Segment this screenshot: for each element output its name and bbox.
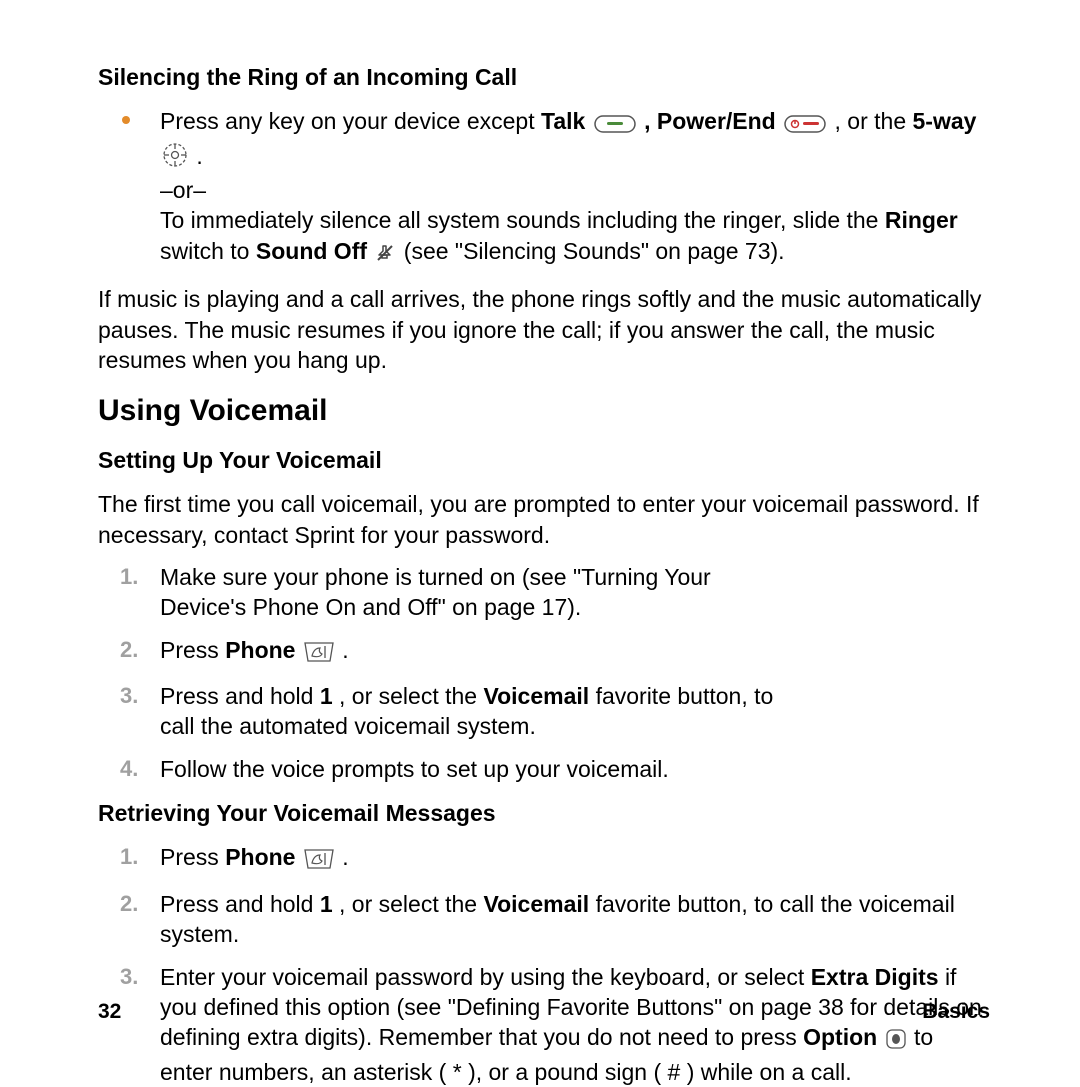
power-end-key-icon [784,110,826,140]
step-3: Press and hold 1 , or select the Voicema… [98,681,990,742]
talk-label: Talk [541,108,585,134]
text: Press [160,637,225,663]
sound-off-icon [375,240,395,270]
extra-digits-label: Extra Digits [811,964,939,990]
bullet-line: Press any key on your device except Talk… [160,106,990,175]
bullet-line-2: To immediately silence all system sounds… [160,205,990,270]
text: Press any key on your device except [160,108,541,134]
phone-key-icon [304,639,334,669]
text: Press and hold [160,683,320,709]
text: Enter your voicemail password by using t… [160,964,811,990]
option-label: Option [803,1024,877,1050]
phone-label: Phone [225,844,295,870]
text: , or the [835,108,913,134]
retrieve-steps: Press Phone . Press and hold 1 , or sele… [98,842,990,1087]
text: , or select the [339,891,483,917]
voicemail-label: Voicemail [483,683,589,709]
step-2: Press Phone . [98,635,990,669]
text: To immediately silence all system sounds… [160,207,885,233]
key-1: 1 [320,683,333,709]
key-1: 1 [320,891,333,917]
voicemail-label: Voicemail [483,891,589,917]
manual-page: Silencing the Ring of an Incoming Call P… [0,0,1080,1080]
bullet-item: Press any key on your device except Talk… [160,106,990,270]
step-1: Press Phone . [98,842,990,876]
text: , [644,108,657,134]
music-playing-paragraph: If music is playing and a call arrives, … [98,284,990,375]
retrieving-voicemail-heading: Retrieving Your Voicemail Messages [98,798,990,828]
using-voicemail-heading: Using Voicemail [98,391,990,431]
text: Press [160,844,225,870]
setup-steps: Make sure your phone is turned on (see "… [98,562,990,784]
text: Press and hold [160,891,320,917]
powerend-label: Power/End [657,108,776,134]
silencing-heading: Silencing the Ring of an Incoming Call [98,62,990,92]
text: . [196,143,202,169]
text: switch to [160,238,256,264]
step-1: Make sure your phone is turned on (see "… [98,562,990,623]
phone-label: Phone [225,637,295,663]
phone-key-icon [304,846,334,876]
voicemail-intro: The first time you call voicemail, you a… [98,489,990,550]
text: (see "Silencing Sounds" on page 73). [404,238,785,264]
setting-up-voicemail-heading: Setting Up Your Voicemail [98,445,990,475]
ringer-label: Ringer [885,207,958,233]
page-number: 32 [98,998,121,1026]
fiveway-label: 5-way [913,108,977,134]
talk-key-icon [594,110,636,140]
text: , or select the [339,683,483,709]
text: Follow the voice prompts to set up your … [160,756,669,782]
page-footer: 32 Basics [98,998,990,1026]
or-text: –or– [160,175,990,205]
text: . [342,637,348,663]
section-name: Basics [922,998,990,1026]
text: Make sure your phone is turned on (see "… [160,562,780,623]
step-4: Follow the voice prompts to set up your … [98,754,990,784]
five-way-icon [162,142,188,175]
text: . [342,844,348,870]
bullet-dot-icon [122,116,130,124]
option-key-icon [886,1026,906,1056]
step-2: Press and hold 1 , or select the Voicema… [98,889,990,950]
soundoff-label: Sound Off [256,238,367,264]
